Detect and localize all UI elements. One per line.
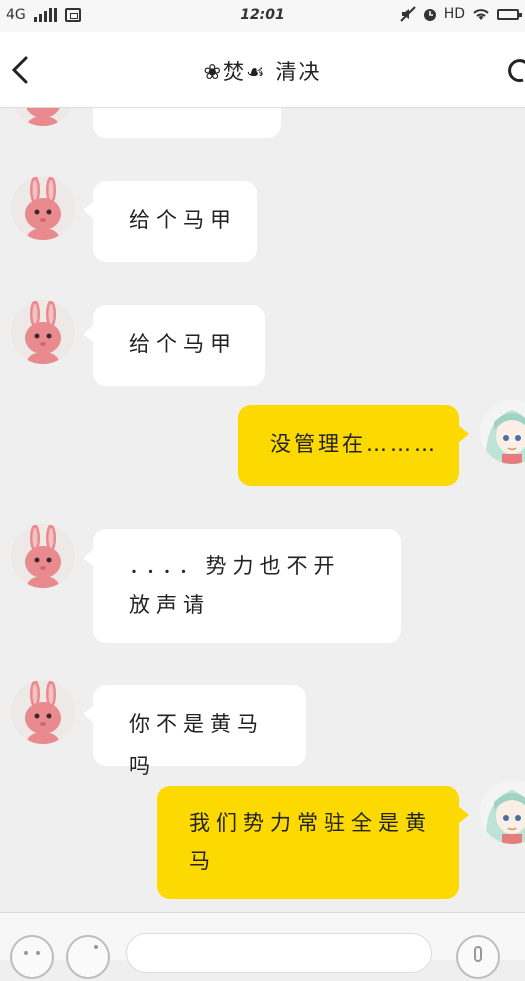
message-bubble-outgoing[interactable]: 没管理在……… xyxy=(238,405,469,486)
message-text: 给个马甲 xyxy=(129,208,237,232)
microphone-icon xyxy=(474,946,482,962)
avatar-anime-girl[interactable] xyxy=(480,780,525,844)
bunny-avatar-icon xyxy=(11,176,75,240)
message-text: 没管理在……… xyxy=(270,432,438,456)
input-bar xyxy=(0,912,525,979)
emoji-button[interactable] xyxy=(10,935,54,979)
message-bubble-outgoing[interactable]: 我们势力常驻全是黄马 xyxy=(157,786,469,899)
message-bubble[interactable]: 给个马甲 xyxy=(83,181,257,262)
message-text: 我们势力常驻全是黄马 xyxy=(189,811,432,873)
anime-girl-avatar-icon xyxy=(480,400,525,464)
wifi-icon xyxy=(473,9,489,20)
battery-icon xyxy=(497,8,522,20)
bunny-avatar-icon xyxy=(11,680,75,744)
avatar-bunny[interactable] xyxy=(11,108,75,126)
bunny-avatar-icon xyxy=(11,108,75,126)
avatar-anime-girl[interactable] xyxy=(480,400,525,464)
message-list[interactable]: 给个马甲 给个马甲 没管理在……… ．．．．势力也不开放声请 你不是黄马吗 我们… xyxy=(0,108,525,912)
chat-title: ❀焚☙ 清决 xyxy=(203,60,322,84)
more-button[interactable] xyxy=(503,52,525,92)
voice-button[interactable] xyxy=(456,935,500,979)
avatar-bunny[interactable] xyxy=(11,176,75,240)
status-bar: 4G 12:01 HD xyxy=(0,0,525,32)
anime-girl-avatar-icon xyxy=(480,780,525,844)
chat-header: ❀焚☙ 清决 xyxy=(0,32,525,108)
message-text: ．．．．势力也不开放声请 xyxy=(129,554,341,617)
sticker-icon xyxy=(94,945,98,949)
message-input[interactable] xyxy=(126,933,432,973)
message-text: 给个马甲 xyxy=(129,332,237,356)
avatar-bunny[interactable] xyxy=(11,524,75,588)
smiley-icon xyxy=(24,951,40,955)
avatar-bunny[interactable] xyxy=(11,680,75,744)
message-bubble[interactable]: ．．．．势力也不开放声请 xyxy=(83,529,401,643)
mute-icon xyxy=(399,6,416,22)
alarm-icon xyxy=(423,9,436,21)
message-bubble[interactable]: 你不是黄马吗 xyxy=(83,685,306,778)
hd-indicator: HD xyxy=(443,6,465,22)
message-bubble[interactable] xyxy=(93,108,281,138)
bunny-avatar-icon xyxy=(11,524,75,588)
more-icon xyxy=(508,59,525,83)
message-text: 你不是黄马吗 xyxy=(129,712,264,778)
sticker-button[interactable] xyxy=(66,935,110,979)
bunny-avatar-icon xyxy=(11,300,75,364)
message-bubble[interactable]: 给个马甲 xyxy=(83,305,265,386)
avatar-bunny[interactable] xyxy=(11,300,75,364)
